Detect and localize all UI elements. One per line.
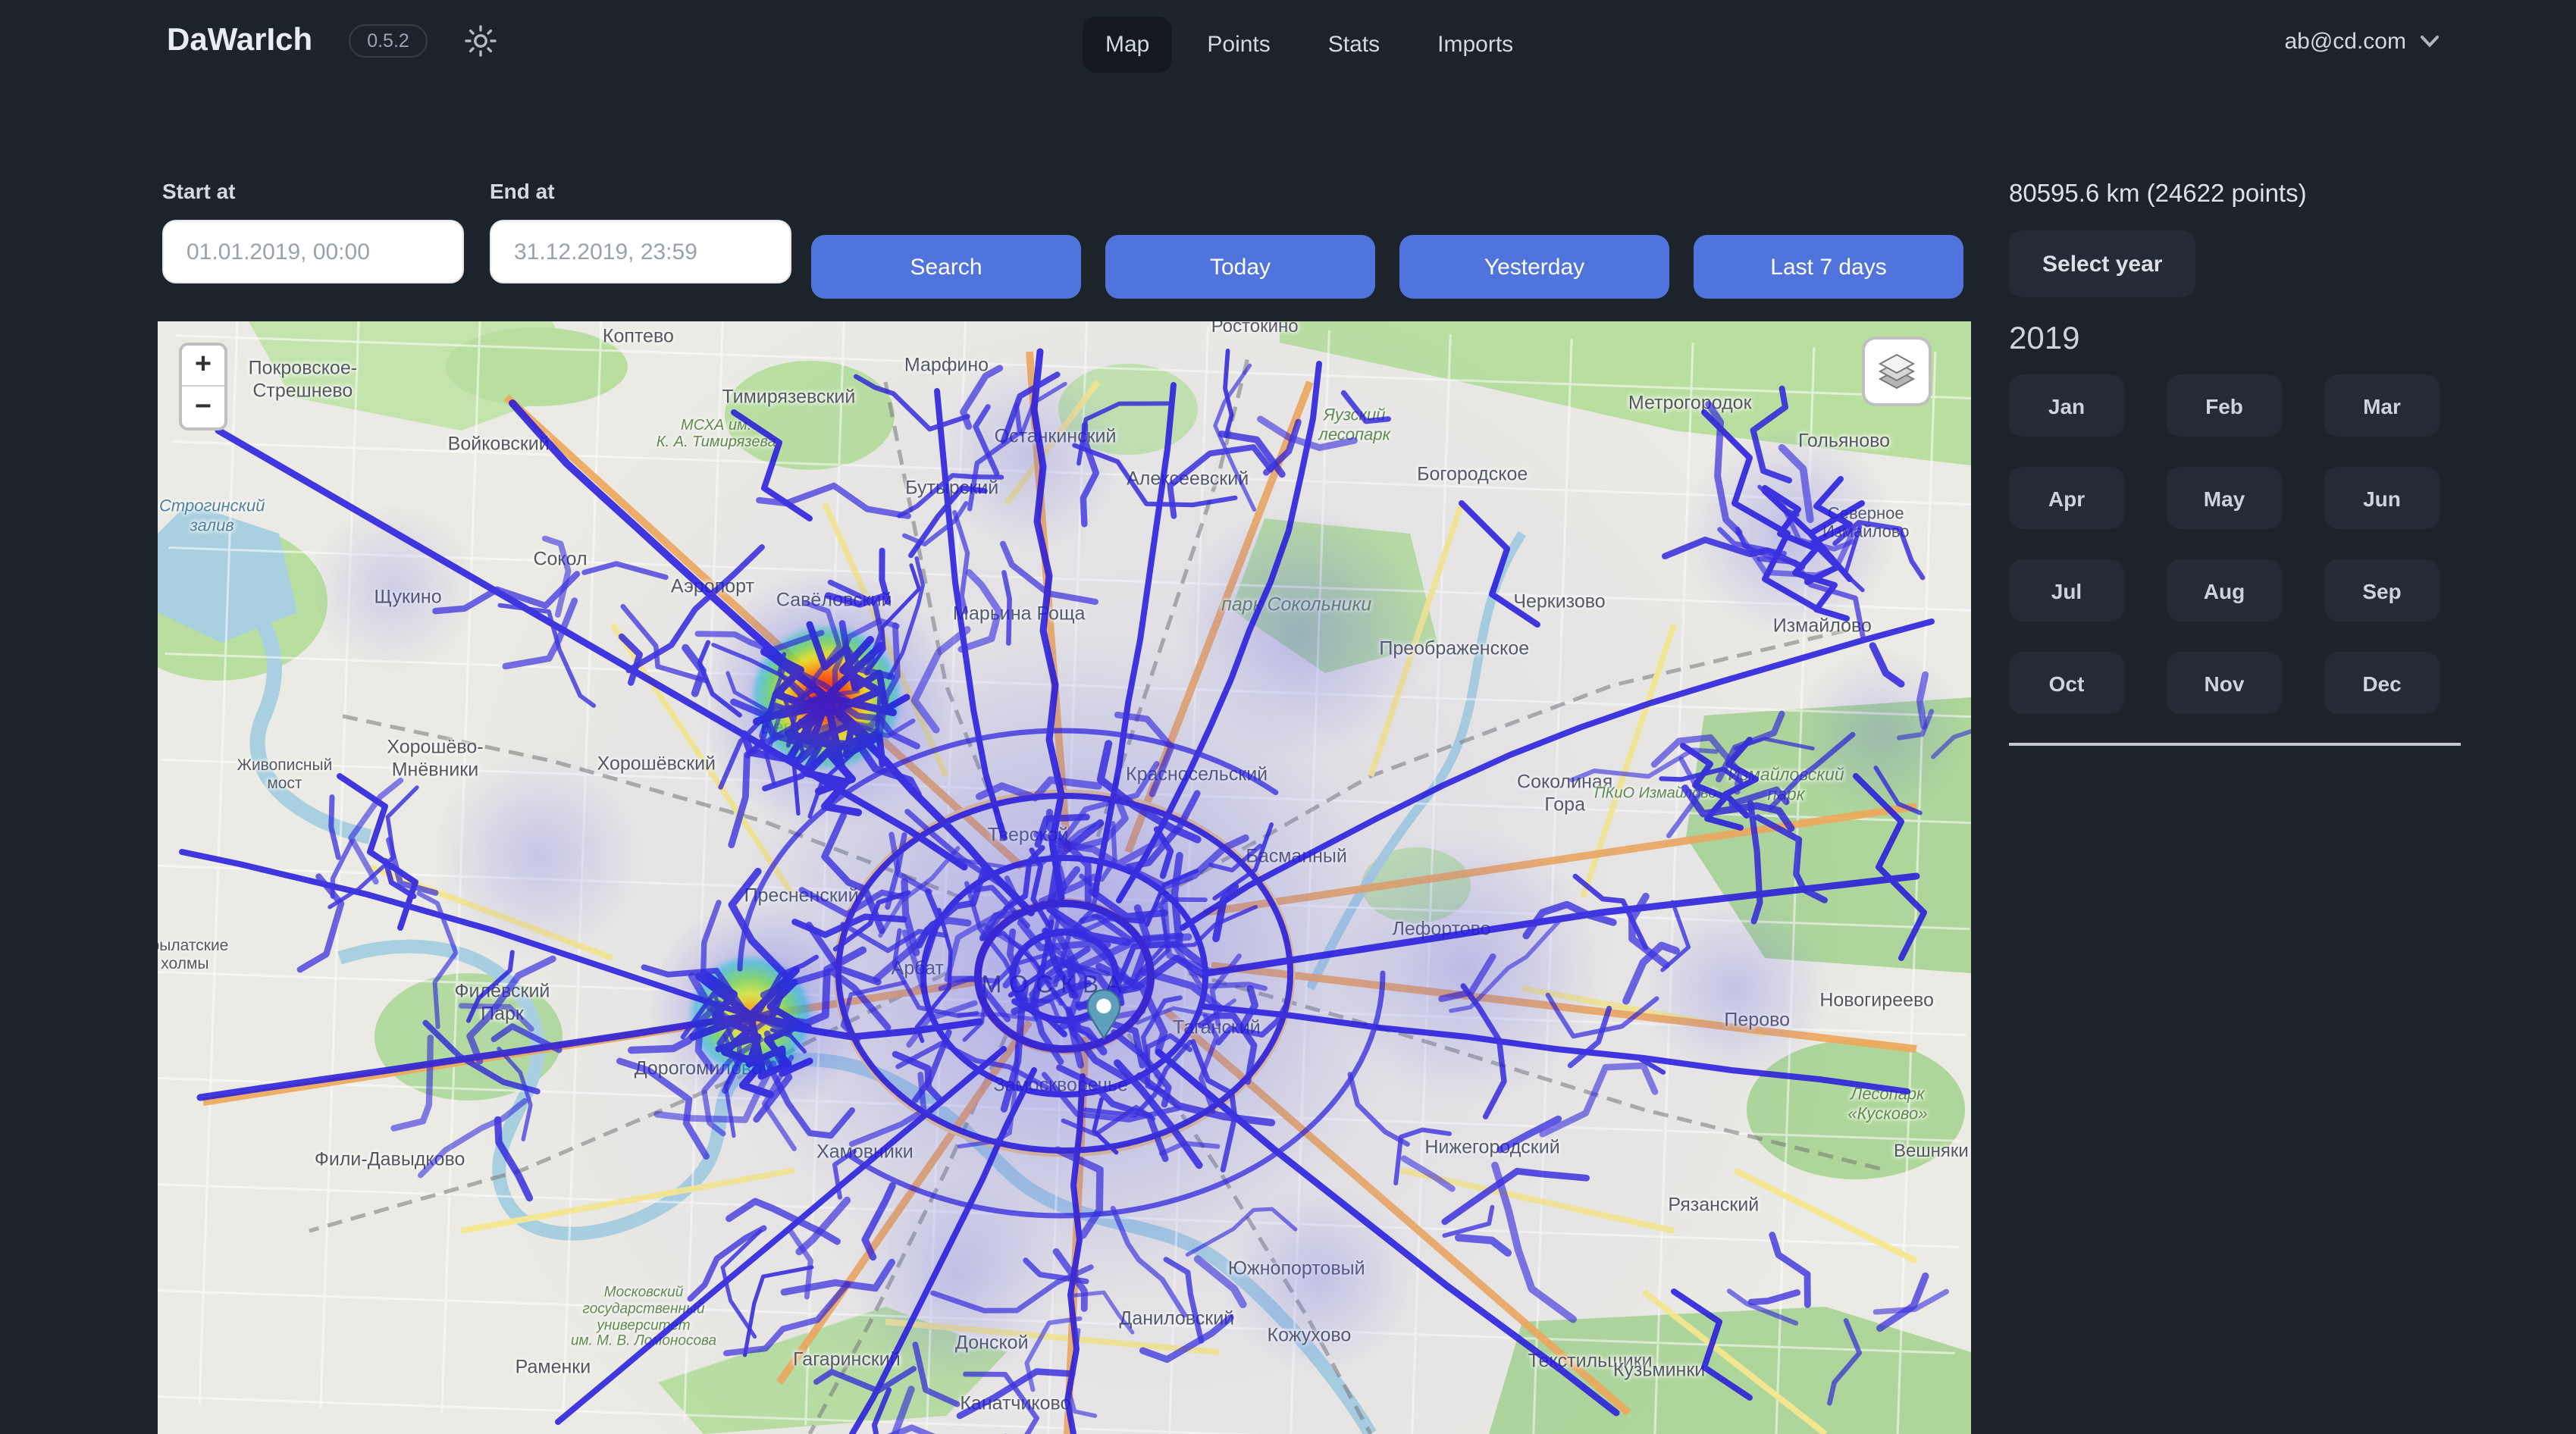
sun-icon [464, 24, 497, 58]
account-menu[interactable]: ab@cd.com [2275, 27, 2449, 56]
map-zoom-control: + − [179, 343, 227, 431]
version-badge: 0.5.2 [349, 24, 428, 58]
chevron-down-icon [2420, 35, 2440, 49]
filter-actions: Search Today Yesterday Last 7 days [811, 235, 1963, 299]
end-at-input[interactable] [490, 220, 791, 283]
last-7-days-button[interactable]: Last 7 days [1694, 235, 1963, 299]
month-button[interactable]: May [2167, 467, 2282, 529]
brand: DaWarIch 0.5.2 [167, 23, 497, 59]
map-canvas[interactable]: РостокиноКоптевоПокровское- СтрешневоМар… [158, 321, 1971, 1434]
select-year-button[interactable]: Select year [2009, 230, 2195, 297]
month-button[interactable]: Oct [2009, 652, 2124, 714]
month-button[interactable]: Jan [2009, 374, 2124, 437]
end-at-field: End at [490, 179, 791, 283]
today-button[interactable]: Today [1105, 235, 1375, 299]
app-logo: DaWarIch [167, 23, 312, 59]
month-button[interactable]: Apr [2009, 467, 2124, 529]
end-at-label: End at [490, 179, 791, 203]
start-at-input[interactable] [162, 220, 464, 283]
tab-points[interactable]: Points [1184, 17, 1293, 73]
layers-icon [1876, 350, 1918, 393]
sidebar: 80595.6 km (24622 points) Select year 20… [2009, 179, 2464, 745]
tab-map[interactable]: Map [1083, 17, 1172, 73]
gps-tracks-layer [158, 321, 1971, 1434]
month-button[interactable]: Jun [2324, 467, 2440, 529]
distance-stats: 80595.6 km (24622 points) [2009, 179, 2464, 209]
account-email: ab@cd.com [2284, 29, 2406, 55]
month-button[interactable]: Mar [2324, 374, 2440, 437]
month-button[interactable]: Sep [2324, 559, 2440, 622]
month-grid: Jan Feb Mar Apr May Jun Jul Aug Sep Oct Nov Dec [2009, 374, 2464, 714]
month-button[interactable]: Feb [2167, 374, 2282, 437]
main-nav: MapPointsStatsImports [1083, 17, 1536, 73]
theme-toggle-button[interactable] [464, 24, 497, 58]
zoom-out-button[interactable]: − [182, 387, 224, 427]
month-button[interactable]: Jul [2009, 559, 2124, 622]
app-root: DaWarIch 0.5.2 MapPointsStatsImports ab@… [0, 0, 2576, 1434]
map-marker[interactable] [1085, 988, 1124, 1040]
zoom-in-button[interactable]: + [182, 346, 224, 387]
tab-stats[interactable]: Stats [1305, 17, 1402, 73]
year-heading: 2019 [2009, 321, 2464, 358]
yesterday-button[interactable]: Yesterday [1399, 235, 1669, 299]
month-button[interactable]: Nov [2167, 652, 2282, 714]
start-at-label: Start at [162, 179, 464, 203]
sidebar-divider [2009, 743, 2461, 745]
start-at-field: Start at [162, 179, 464, 283]
tab-imports[interactable]: Imports [1415, 17, 1536, 73]
month-button[interactable]: Dec [2324, 652, 2440, 714]
search-button[interactable]: Search [811, 235, 1081, 299]
month-button[interactable]: Aug [2167, 559, 2282, 622]
layers-control-button[interactable] [1862, 337, 1932, 406]
